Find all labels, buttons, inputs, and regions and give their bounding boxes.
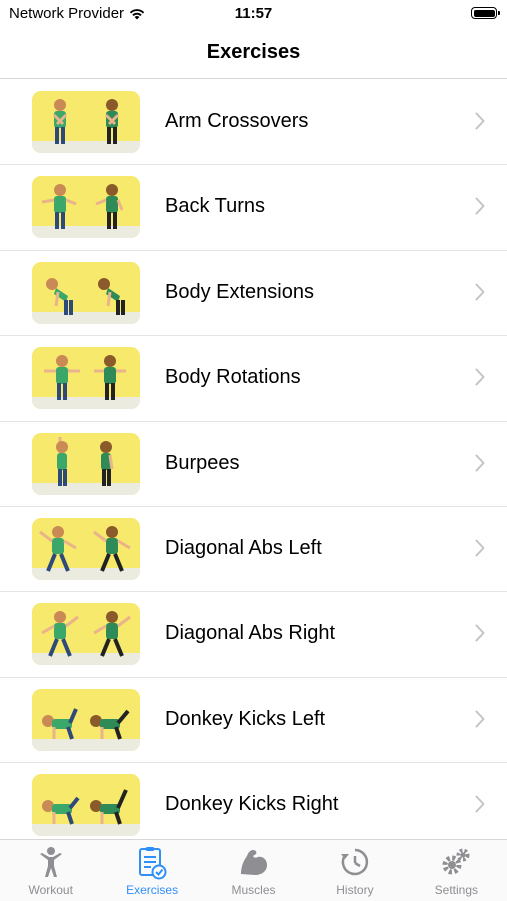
- person-icon: [39, 847, 62, 877]
- page-title: Exercises: [206, 41, 301, 63]
- tab-exercises[interactable]: Exercises: [101, 840, 202, 901]
- tab-bar: Workout Exercises Muscles History Settin…: [0, 839, 507, 901]
- exercise-name: Diagonal Abs Right: [165, 622, 336, 645]
- tab-label: History: [336, 883, 374, 897]
- exercise-row-donkey-kicks-right[interactable]: Donkey Kicks Right: [0, 763, 507, 838]
- bicep-icon: [240, 850, 267, 875]
- exercise-name: Donkey Kicks Right: [165, 793, 339, 816]
- chevron-right-icon: [475, 710, 485, 728]
- gears-icon: [442, 848, 470, 875]
- status-bar: Network Provider 11:57: [0, 0, 507, 28]
- chevron-right-icon: [475, 368, 485, 386]
- exercise-list[interactable]: Arm Crossovers Back Turns Body Extension…: [0, 80, 507, 838]
- exercise-name: Arm Crossovers: [165, 110, 309, 132]
- exercise-thumbnail: [32, 688, 140, 751]
- exercise-name: Donkey Kicks Left: [165, 707, 326, 730]
- exercise-thumbnail: [32, 517, 140, 580]
- exercise-thumbnail: [32, 774, 140, 837]
- tab-muscles[interactable]: Muscles: [203, 840, 304, 901]
- chevron-right-icon: [475, 112, 485, 130]
- tab-label: Settings: [434, 883, 478, 897]
- exercise-row-donkey-kicks-left[interactable]: Donkey Kicks Left: [0, 678, 507, 764]
- tab-label: Workout: [28, 883, 73, 897]
- tab-history[interactable]: History: [304, 840, 405, 901]
- exercise-thumbnail: [32, 261, 140, 324]
- exercise-list-icon: [139, 847, 167, 880]
- exercise-name: Body Extensions: [165, 280, 314, 303]
- chevron-right-icon: [475, 539, 485, 557]
- tab-settings[interactable]: Settings: [406, 840, 507, 901]
- exercise-row-diagonal-abs-left[interactable]: Diagonal Abs Left: [0, 507, 507, 593]
- figure-boy: [104, 99, 120, 144]
- exercise-thumbnail: [32, 176, 140, 239]
- exercise-thumbnail: [32, 347, 140, 410]
- chevron-right-icon: [475, 624, 485, 642]
- exercise-name: Back Turns: [165, 195, 266, 218]
- exercise-thumbnail: [32, 432, 140, 495]
- chevron-right-icon: [475, 283, 485, 301]
- exercise-row-burpees[interactable]: Burpees: [0, 422, 507, 507]
- battery-icon: [471, 7, 500, 19]
- exercise-row-body-rotations[interactable]: Body Rotations: [0, 336, 507, 422]
- navigation-bar: Exercises: [0, 28, 507, 79]
- exercise-name: Body Rotations: [165, 366, 301, 389]
- history-icon: [340, 848, 369, 876]
- exercise-name: Burpees: [165, 451, 240, 474]
- chevron-right-icon: [475, 197, 485, 215]
- clock: 11:57: [234, 5, 273, 22]
- exercise-thumbnail: [32, 603, 140, 666]
- tab-workout[interactable]: Workout: [0, 840, 101, 901]
- tab-label: Exercises: [126, 883, 179, 897]
- chevron-right-icon: [475, 454, 485, 472]
- exercise-row-back-turns[interactable]: Back Turns: [0, 165, 507, 251]
- exercise-thumbnail: [32, 91, 140, 153]
- exercise-row-diagonal-abs-right[interactable]: Diagonal Abs Right: [0, 592, 507, 678]
- tab-label: Muscles: [231, 883, 276, 897]
- exercise-row-arm-crossovers[interactable]: Arm Crossovers: [0, 80, 507, 166]
- exercise-name: Diagonal Abs Left: [165, 536, 322, 559]
- exercise-row-body-extensions[interactable]: Body Extensions: [0, 251, 507, 337]
- figure-girl: [52, 99, 68, 144]
- chevron-right-icon: [475, 795, 485, 813]
